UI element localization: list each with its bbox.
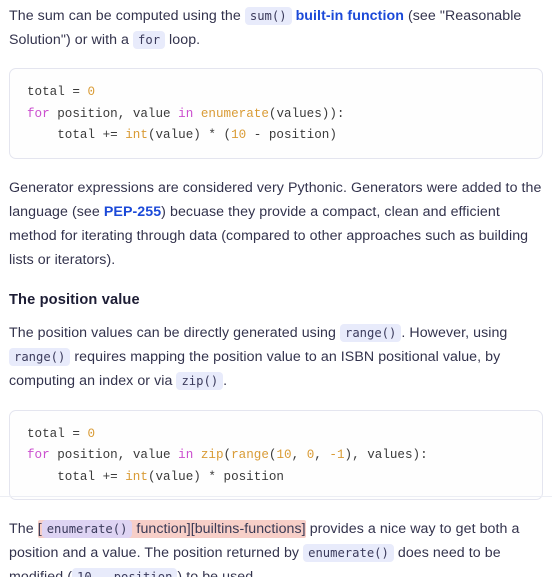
paragraph-sum-intro: The sum can be computed using the sum() …	[9, 4, 543, 52]
code-block-enumerate: total = 0 for position, value in enumera…	[9, 68, 543, 159]
inline-code-enumerate: enumerate()	[303, 544, 394, 562]
paragraph-text: . However, using	[401, 324, 508, 341]
broken-link-markup: [enumerate() function][builtins-function…	[37, 520, 306, 538]
paragraph-text: loop.	[165, 32, 201, 48]
heading-the-position-value: The position value	[9, 291, 140, 308]
paragraph-text: .	[223, 372, 228, 389]
inline-code-range-1: range()	[340, 323, 402, 342]
code-block-zip-range: total = 0 for position, value in zip(ran…	[9, 409, 543, 500]
broken-link-target: function][builtins-functions]	[132, 521, 306, 537]
inline-code-for: for	[133, 31, 166, 49]
markdown-document: The sum can be computed using the sum() …	[0, 0, 552, 577]
inline-code-enumerate-broken: enumerate()	[41, 520, 133, 538]
code-block-content: total = 0 for position, value in zip(ran…	[27, 426, 428, 484]
code-block-content: total = 0 for position, value in enumera…	[27, 85, 345, 142]
inline-code-range-2: range()	[9, 347, 71, 366]
paragraph-generator-expressions: Generator expressions are considered ver…	[9, 176, 543, 272]
paragraph-text: ) to be used.	[177, 569, 258, 577]
inline-code-10-minus-position: 10 - position	[72, 568, 178, 577]
paragraph-text: requires mapping the position value to a…	[9, 348, 501, 389]
inline-code-sum: sum()	[244, 7, 292, 25]
page-bottom-divider	[0, 496, 552, 497]
paragraph-enumerate-broken-link: The [enumerate() function][builtins-func…	[9, 517, 543, 577]
paragraph-position-values: The position values can be directly gene…	[9, 321, 543, 393]
paragraph-text: The	[9, 521, 38, 537]
paragraph-text: The position values can be directly gene…	[9, 324, 340, 341]
link-built-in-function[interactable]: built-in function	[296, 8, 404, 24]
paragraph-text: The sum can be computed using the	[9, 8, 245, 24]
link-pep-255[interactable]: PEP-255	[104, 204, 161, 220]
inline-code-zip: zip()	[176, 371, 224, 390]
